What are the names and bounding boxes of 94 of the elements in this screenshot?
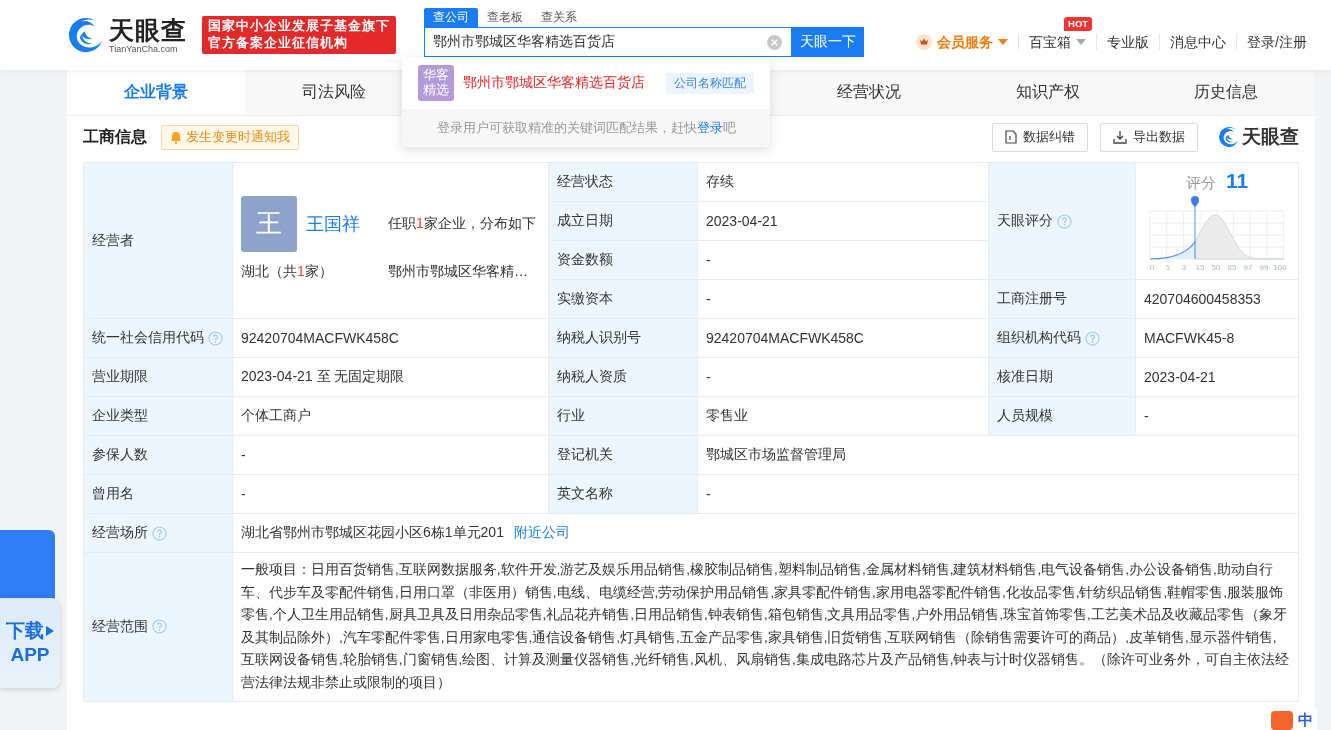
field-label: 行业	[557, 407, 585, 425]
field-label: 纳税人识别号	[557, 329, 641, 347]
brand-name: 天眼查	[1242, 125, 1299, 149]
section-title: 工商信息	[83, 126, 147, 147]
field-value: 2023-04-21 至 无固定期限	[241, 368, 405, 386]
nav-link[interactable]: 百宝箱	[1029, 34, 1072, 50]
field-value: -	[706, 369, 711, 385]
person-name[interactable]: 王国祥	[306, 211, 360, 236]
field-label: 参保人数	[92, 446, 148, 464]
field-label: 经营状态	[557, 173, 613, 191]
help-icon[interactable]	[152, 619, 167, 635]
field-value: 420704600458353	[1144, 291, 1261, 307]
login-hint: 登录用户可获取精准的关键词匹配结果，赶快登录吧	[402, 109, 770, 147]
field-label: 实缴资本	[557, 290, 613, 308]
action-button[interactable]: 数据纠错	[992, 122, 1088, 152]
person-avatar: 王	[241, 195, 297, 252]
hot-badge: HOT	[1064, 17, 1093, 31]
section-tab[interactable]: 历史信息	[1136, 70, 1315, 115]
login-link[interactable]: 登录	[696, 120, 723, 135]
field-value: 2023-04-21	[706, 213, 778, 229]
field-label: 营业期限	[92, 368, 148, 386]
company-link[interactable]: 鄂州市鄂城区华客精…	[388, 262, 540, 281]
field-label: 经营范围	[92, 617, 148, 636]
field-value: MACFWK45-8	[1144, 330, 1235, 346]
caret-icon	[1076, 39, 1087, 45]
field-value: 92420704MACFWK458C	[241, 330, 399, 346]
search-tab[interactable]: 查老板	[478, 8, 532, 27]
nav-link[interactable]: 专业版	[1107, 34, 1150, 50]
help-icon[interactable]	[1085, 330, 1100, 346]
download-icon	[1113, 130, 1127, 144]
field-value: 零售业	[706, 407, 748, 425]
download-text: 下载	[6, 619, 44, 643]
search-button[interactable]: 天眼一下	[792, 27, 864, 57]
score-distribution-drawing: 0 1 3 15 50 85 97 99 100	[1149, 196, 1287, 272]
field-label: 天眼评分	[997, 212, 1053, 230]
field-value: -	[706, 291, 711, 307]
nearby-link[interactable]: 附近公司	[513, 524, 570, 542]
score-caption: 评分	[1185, 174, 1216, 193]
crown-icon	[916, 34, 933, 50]
field-label: 成立日期	[557, 212, 613, 230]
section-tab[interactable]: 企业背景	[67, 70, 246, 115]
field-label: 企业类型	[92, 407, 148, 425]
bell-icon	[170, 130, 182, 144]
field-value: 2023-04-21	[1144, 369, 1216, 385]
field-value: 个体工商户	[241, 407, 311, 425]
field-label: 纳税人资质	[557, 368, 627, 386]
region-text: 湖北（共1家）	[241, 262, 334, 281]
score-value: 11	[1225, 169, 1249, 193]
search-field[interactable]: 鄂州市鄂城区华客精选百货店	[424, 27, 792, 57]
document-icon	[1005, 130, 1017, 144]
field-label: 工商注册号	[997, 290, 1067, 308]
brand-logo-icon	[1218, 126, 1240, 148]
help-icon[interactable]	[1057, 213, 1072, 229]
field-value: -	[706, 252, 711, 268]
play-icon	[46, 626, 54, 636]
caret-icon	[998, 39, 1009, 45]
field-label: 资金数额	[557, 251, 613, 269]
field-label: 登记机关	[557, 446, 613, 464]
clear-icon[interactable]	[767, 34, 782, 50]
match-tag: 公司名称匹配	[666, 72, 754, 94]
field-label: 人员规模	[997, 407, 1053, 425]
logo-name: 天眼查	[109, 16, 187, 44]
help-icon[interactable]	[208, 330, 223, 346]
field-value: -	[241, 486, 246, 502]
field-value: 鄂城区市场监督管理局	[706, 446, 846, 464]
field-label: 曾用名	[92, 485, 134, 503]
suggestion-name[interactable]: 鄂州市鄂城区华客精选百货店	[463, 74, 657, 92]
field-label: 经营者	[92, 231, 134, 250]
action-button[interactable]: 导出数据	[1100, 122, 1198, 152]
field-value: 存续	[706, 173, 734, 191]
field-value: -	[1144, 408, 1149, 424]
field-label: 经营场所	[92, 524, 148, 542]
slogan-banner: 国家中小企业发展子基金旗下 官方备案企业征信机构	[202, 16, 396, 54]
nav-link[interactable]: 消息中心	[1170, 34, 1227, 50]
field-value: 92420704MACFWK458C	[706, 330, 864, 346]
field-label: 统一社会信用代码	[92, 329, 204, 347]
field-label: 核准日期	[997, 368, 1053, 386]
search-tab[interactable]: 查关系	[532, 8, 586, 27]
positions-text: 任职1家企业，分布如下	[388, 214, 537, 233]
app-text: APP	[10, 643, 50, 667]
nav-link[interactable]: 登录/注册	[1247, 34, 1307, 50]
field-label: 组织机构代码	[997, 329, 1081, 347]
section-tab[interactable]: 知识产权	[958, 70, 1137, 115]
field-value: 湖北省鄂州市鄂城区花园小区6栋1单元201	[241, 524, 504, 542]
field-value: 一般项目：日用百货销售,互联网数据服务,软件开发,游艺及娱乐用品销售,橡胶制品销售,塑料制品销售,金属材料销售,建筑材料销售,电气设备销售,办公设备销售,助动自行车、代步车及零配件销售,日用口罩（非医用）销售,电线、电缆经营,劳动保护用品销售,家具零配件销售,家用电器零配件销售,化妆品零售,针纺织品销售,鞋帽零售,服装服饰零售,个人卫生用品销售,厨具卫具及日用杂品零售,礼品花卉销售,日用品销售,钟表销售,箱包销售,文具用品零售,户外用品销售,珠宝首饰零售,工艺美术品及收藏品零售（象牙及其制品除外）,汽车零配件零售,日用家电零售,通信设备销售,灯具销售,五金产品零售,家具销售,旧货销售,互联网销售（除销售需要许可的商品）,皮革销售,显示器件销售,互联网设备销售,轮胎销售,门窗销售,绘图、计算及测量仪器销售,光纤销售,风机、风扇销售,集成电路芯片及产品销售,钟表与计时仪器销售。（除许可业务外，可自主依法经营法律法规非禁止或限制的项目）	[241, 561, 1290, 692]
logo-domain: TianYanCha.com	[109, 44, 179, 54]
help-icon[interactable]	[152, 525, 167, 541]
section-tab[interactable]: 经营状况	[780, 70, 959, 115]
search-tab[interactable]: 查公司	[424, 8, 478, 27]
logo-icon	[67, 16, 105, 54]
field-value: -	[706, 486, 711, 502]
company-avatar: 华客精选	[418, 65, 454, 101]
field-label: 英文名称	[557, 485, 613, 503]
field-value: -	[241, 447, 246, 463]
